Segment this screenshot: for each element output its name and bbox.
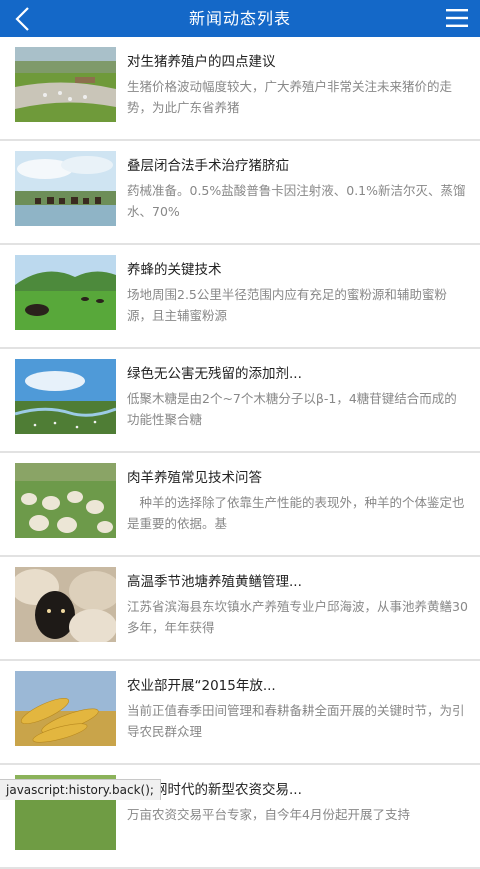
news-thumbnail [15, 567, 116, 642]
news-title: 互联网时代的新型农资交易... [127, 782, 302, 798]
news-thumbnail [15, 463, 116, 538]
news-item[interactable]: 对生猪养殖户的四点建议 生猪价格波动幅度较大，广大养殖户非常关注未来猪价的走势，… [0, 37, 480, 141]
news-summary: 当前正值春季田间管理和春耕备耕全面开展的关键时节，为引导农民群众理 [127, 703, 465, 739]
news-thumbnail [15, 47, 116, 122]
page-title: 新闻动态列表 [188, 9, 291, 28]
news-thumbnail [15, 255, 116, 330]
news-summary: 种羊的选择除了依靠生产性能的表现外，种羊的个体鉴定也是重要的依据。基 [127, 495, 465, 531]
news-item[interactable]: 养蜂的关键技术 场地周围2.5公里半径范围内应有充足的蜜粉源和辅助蜜粉源，且主辅… [0, 245, 480, 349]
news-summary: 万亩农资交易平台专家，自今年4月份起开展了支持 [127, 807, 410, 822]
news-thumbnail [15, 359, 116, 434]
news-item[interactable]: 高温季节池塘养殖黄鳝管理... 江苏省滨海县东坎镇水产养殖专业户邱海波，从事池养… [0, 557, 480, 661]
news-thumbnail [15, 671, 116, 746]
news-title: 高温季节池塘养殖黄鳝管理... [127, 574, 302, 590]
news-summary: 场地周围2.5公里半径范围内应有充足的蜜粉源和辅助蜜粉源，且主辅蜜粉源 [127, 287, 447, 323]
news-item[interactable]: 肉羊养殖常见技术问答 种羊的选择除了依靠生产性能的表现外，种羊的个体鉴定也是重要… [0, 453, 480, 557]
news-list: 对生猪养殖户的四点建议 生猪价格波动幅度较大，广大养殖户非常关注未来猪价的走势，… [0, 37, 480, 869]
news-item[interactable]: 绿色无公害无残留的添加剂... 低聚木糖是由2个~7个木糖分子以β-1，4糖苷键… [0, 349, 480, 453]
news-summary: 药械准备。0.5%盐酸普鲁卡因注射液、0.1%新洁尔灭、蒸馏水、70% [127, 183, 466, 219]
hamburger-menu-icon [446, 9, 468, 27]
news-summary: 江苏省滨海县东坎镇水产养殖专业户邱海波，从事池养黄鳝30多年，年年获得 [127, 599, 468, 635]
news-item[interactable]: 叠层闭合法手术治疗猪脐疝 药械准备。0.5%盐酸普鲁卡因注射液、0.1%新洁尔灭… [0, 141, 480, 245]
header-bar: 新闻动态列表 [0, 0, 480, 37]
news-title: 绿色无公害无残留的添加剂... [127, 366, 302, 382]
news-item[interactable]: 农业部开展“2015年放... 当前正值春季田间管理和春耕备耕全面开展的关键时节… [0, 661, 480, 765]
menu-button[interactable] [446, 8, 468, 28]
news-title: 肉羊养殖常见技术问答 [127, 470, 262, 486]
news-summary: 低聚木糖是由2个~7个木糖分子以β-1，4糖苷键结合而成的功能性聚合糖 [127, 391, 457, 427]
news-summary: 生猪价格波动幅度较大，广大养殖户非常关注未来猪价的走势，为此广东省养猪 [127, 79, 453, 115]
news-thumbnail [15, 151, 116, 226]
browser-status-bar: javascript:history.back(); [0, 779, 161, 800]
news-title: 对生猪养殖户的四点建议 [127, 54, 276, 70]
news-title: 养蜂的关键技术 [127, 262, 222, 278]
news-title: 叠层闭合法手术治疗猪脐疝 [127, 158, 289, 174]
news-title: 农业部开展“2015年放... [127, 678, 276, 694]
